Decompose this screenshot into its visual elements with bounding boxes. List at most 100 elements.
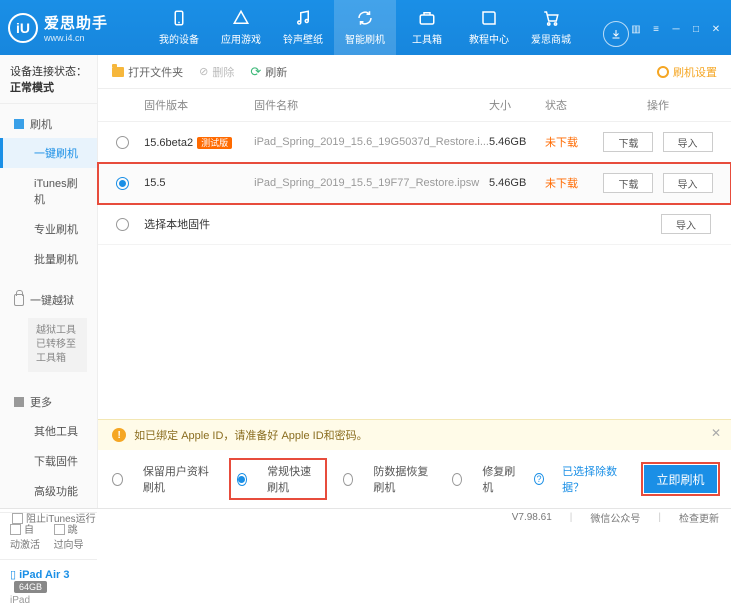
nav-toolbox[interactable]: 工具箱 bbox=[396, 0, 458, 55]
wechat-link[interactable]: 微信公众号 bbox=[590, 510, 640, 525]
col-name: 固件名称 bbox=[254, 97, 489, 113]
toolbar: 打开文件夹 ⊘删除 ⟳刷新 刷机设置 bbox=[98, 55, 731, 89]
menu-button[interactable]: ▥ bbox=[629, 24, 643, 36]
logo-icon: iU bbox=[8, 13, 38, 43]
nav-tutorial[interactable]: 教程中心 bbox=[458, 0, 520, 55]
cart-icon bbox=[542, 9, 560, 27]
device-name: iPad Air 3 bbox=[19, 569, 69, 581]
firmware-name: iPad_Spring_2019_15.5_19F77_Restore.ipsw bbox=[254, 177, 489, 189]
sidebar-section-more[interactable]: 更多 bbox=[0, 388, 97, 416]
download-icon bbox=[610, 28, 622, 40]
flash-mode-row: 保留用户资料刷机 常规快速刷机 防数据恢复刷机 修复刷机 ? 已选择除数据？ 立… bbox=[98, 450, 731, 508]
import-button[interactable]: 导入 bbox=[661, 214, 711, 234]
delete-button[interactable]: ⊘删除 bbox=[199, 64, 234, 80]
nav-flash[interactable]: 智能刷机 bbox=[334, 0, 396, 55]
square-icon bbox=[14, 397, 24, 407]
sidebar-item-advanced[interactable]: 高级功能 bbox=[0, 476, 97, 506]
sidebar-item-pro-flash[interactable]: 专业刷机 bbox=[0, 214, 97, 244]
radio-button[interactable] bbox=[112, 473, 123, 486]
col-version: 固件版本 bbox=[144, 97, 254, 113]
sidebar-section-jailbreak[interactable]: 一键越狱 bbox=[0, 286, 97, 314]
data-removal-link[interactable]: 已选择除数据？ bbox=[562, 463, 626, 495]
sidebar-item-batch-flash[interactable]: 批量刷机 bbox=[0, 244, 97, 274]
window-controls: ▥ ≡ ─ □ ✕ bbox=[629, 20, 723, 36]
download-button[interactable]: 下载 bbox=[603, 173, 653, 193]
mode-keep-data[interactable]: 保留用户资料刷机 bbox=[112, 463, 212, 495]
radio-button[interactable] bbox=[116, 136, 129, 149]
col-size: 大小 bbox=[489, 97, 545, 113]
radio-button[interactable] bbox=[116, 177, 129, 190]
sidebar-item-oneclick-flash[interactable]: 一键刷机 bbox=[0, 138, 97, 168]
settings-button[interactable]: ≡ bbox=[649, 24, 663, 36]
local-firmware-label: 选择本地固件 bbox=[144, 216, 599, 232]
square-icon bbox=[14, 119, 24, 129]
download-button[interactable]: 下载 bbox=[603, 132, 653, 152]
firmware-size: 5.46GB bbox=[489, 136, 545, 148]
main-nav: 我的设备 应用游戏 铃声壁纸 智能刷机 工具箱 教程中心 爱思商城 bbox=[148, 0, 595, 55]
toolbox-icon bbox=[418, 9, 436, 27]
nav-store[interactable]: 爱思商城 bbox=[520, 0, 582, 55]
firmware-status: 未下载 bbox=[545, 134, 599, 150]
sidebar-item-download-firmware[interactable]: 下载固件 bbox=[0, 446, 97, 476]
firmware-status: 未下载 bbox=[545, 175, 599, 191]
sidebar: 设备连接状态：正常模式 刷机 一键刷机 iTunes刷机 专业刷机 批量刷机 一… bbox=[0, 55, 98, 508]
close-notice-button[interactable]: ✕ bbox=[711, 426, 721, 440]
col-ops: 操作 bbox=[599, 97, 717, 113]
device-type: iPad bbox=[10, 595, 87, 606]
app-logo: iU 爱思助手 www.i4.cn bbox=[8, 12, 148, 43]
info-icon[interactable]: ? bbox=[534, 473, 544, 485]
apps-icon bbox=[232, 9, 250, 27]
nav-apps[interactable]: 应用游戏 bbox=[210, 0, 272, 55]
flash-settings-button[interactable]: 刷机设置 bbox=[657, 64, 717, 80]
music-icon bbox=[294, 9, 312, 27]
radio-button[interactable] bbox=[116, 218, 129, 231]
sidebar-section-flash[interactable]: 刷机 bbox=[0, 110, 97, 138]
import-button[interactable]: 导入 bbox=[663, 132, 713, 152]
status-bar: 阻止iTunes运行 V7.98.61 | 微信公众号 | 检查更新 bbox=[0, 508, 731, 526]
connection-status: 设备连接状态：正常模式 bbox=[0, 55, 97, 104]
appleid-notice: ! 如已绑定 Apple ID，请准备好 Apple ID和密码。 ✕ bbox=[98, 419, 731, 450]
nav-my-device[interactable]: 我的设备 bbox=[148, 0, 210, 55]
book-icon bbox=[480, 9, 498, 27]
close-button[interactable]: ✕ bbox=[709, 24, 723, 36]
sidebar-jailbreak-note: 越狱工具已转移至工具箱 bbox=[28, 318, 87, 372]
device-storage-badge: 64GB bbox=[14, 581, 47, 593]
refresh-icon bbox=[356, 9, 374, 27]
local-firmware-row[interactable]: 选择本地固件 导入 bbox=[98, 204, 731, 245]
warning-icon: ! bbox=[112, 428, 126, 442]
delete-icon: ⊘ bbox=[199, 65, 208, 78]
brand-name: 爱思助手 bbox=[44, 12, 108, 33]
mode-anti-recovery[interactable]: 防数据恢复刷机 bbox=[343, 463, 434, 495]
radio-button[interactable] bbox=[343, 473, 354, 486]
device-icon: ▯ bbox=[10, 569, 16, 581]
nav-ringtone[interactable]: 铃声壁纸 bbox=[272, 0, 334, 55]
flash-now-button[interactable]: 立即刷机 bbox=[644, 465, 717, 493]
sidebar-item-other-tools[interactable]: 其他工具 bbox=[0, 416, 97, 446]
firmware-row[interactable]: 15.6beta2测试版 iPad_Spring_2019_15.6_19G50… bbox=[98, 122, 731, 163]
phone-icon bbox=[170, 9, 188, 27]
gear-icon bbox=[657, 66, 669, 78]
refresh-button[interactable]: ⟳刷新 bbox=[250, 64, 287, 80]
open-folder-button[interactable]: 打开文件夹 bbox=[112, 64, 183, 80]
radio-button[interactable] bbox=[237, 473, 248, 486]
radio-button[interactable] bbox=[452, 473, 462, 486]
firmware-row[interactable]: 15.5 iPad_Spring_2019_15.5_19F77_Restore… bbox=[98, 163, 731, 204]
device-panel[interactable]: ▯ iPad Air 3 64GB iPad bbox=[0, 559, 97, 614]
maximize-button[interactable]: □ bbox=[689, 24, 703, 36]
minimize-button[interactable]: ─ bbox=[669, 24, 683, 36]
version-label: V7.98.61 bbox=[512, 512, 552, 523]
mode-repair[interactable]: 修复刷机 bbox=[452, 463, 516, 495]
col-status: 状态 bbox=[545, 97, 599, 113]
mode-normal-fast[interactable]: 常规快速刷机 bbox=[231, 460, 325, 498]
brand-site: www.i4.cn bbox=[44, 33, 108, 43]
block-itunes-checkbox[interactable]: 阻止iTunes运行 bbox=[12, 510, 96, 525]
main-content: 打开文件夹 ⊘删除 ⟳刷新 刷机设置 固件版本 固件名称 大小 状态 操作 15… bbox=[98, 55, 731, 508]
sidebar-item-itunes-flash[interactable]: iTunes刷机 bbox=[0, 168, 97, 214]
download-button[interactable] bbox=[603, 21, 629, 47]
import-button[interactable]: 导入 bbox=[663, 173, 713, 193]
folder-icon bbox=[112, 67, 124, 77]
check-update-link[interactable]: 检查更新 bbox=[679, 510, 719, 525]
refresh-icon: ⟳ bbox=[250, 64, 261, 80]
beta-badge: 测试版 bbox=[197, 137, 232, 149]
firmware-name: iPad_Spring_2019_15.6_19G5037d_Restore.i… bbox=[254, 136, 489, 148]
